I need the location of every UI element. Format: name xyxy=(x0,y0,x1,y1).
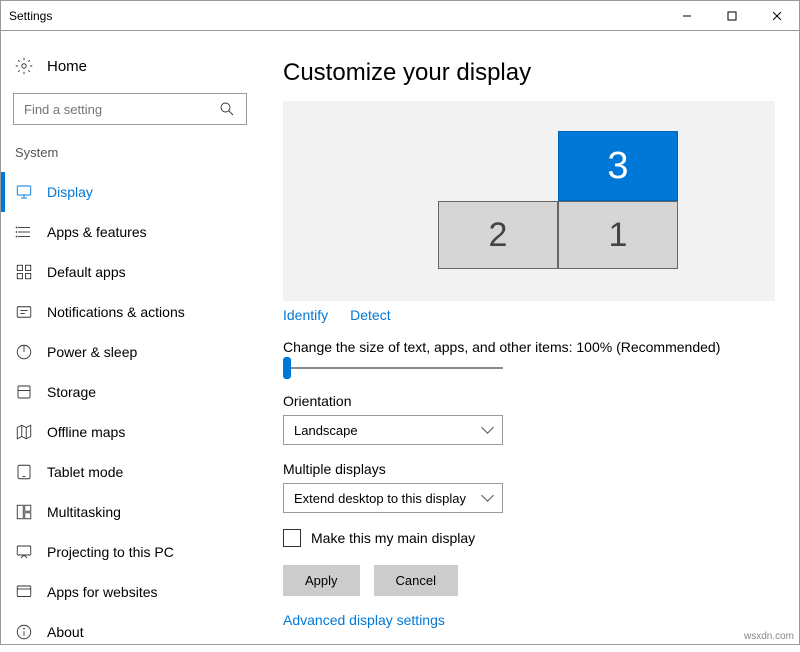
tablet-icon xyxy=(15,463,33,481)
maximize-button[interactable] xyxy=(709,1,754,30)
scale-label: Change the size of text, apps, and other… xyxy=(283,339,775,355)
sidebar-item-default-apps[interactable]: Default apps xyxy=(1,252,259,292)
sidebar-item-apps-web[interactable]: Apps for websites xyxy=(1,572,259,612)
notifications-icon xyxy=(15,303,33,321)
sidebar-item-maps[interactable]: Offline maps xyxy=(1,412,259,452)
slider-thumb[interactable] xyxy=(283,357,291,379)
sidebar-item-storage[interactable]: Storage xyxy=(1,372,259,412)
home-label: Home xyxy=(47,58,87,75)
main-display-checkbox-row[interactable]: Make this my main display xyxy=(283,529,775,547)
monitor-3[interactable]: 3 xyxy=(558,131,678,201)
sidebar-item-tablet[interactable]: Tablet mode xyxy=(1,452,259,492)
sidebar-item-label: Tablet mode xyxy=(47,464,123,480)
advanced-settings-link[interactable]: Advanced display settings xyxy=(283,612,445,628)
search-icon xyxy=(218,100,236,118)
projecting-icon xyxy=(15,543,33,561)
sidebar-item-label: Default apps xyxy=(47,264,126,280)
apps-icon xyxy=(15,223,33,241)
page-title: Customize your display xyxy=(283,59,775,87)
monitor-2[interactable]: 2 xyxy=(438,201,558,269)
sidebar-item-label: Apps & features xyxy=(47,224,147,240)
sidebar-item-apps[interactable]: Apps & features xyxy=(1,212,259,252)
maps-icon xyxy=(15,423,33,441)
search-box[interactable] xyxy=(13,93,247,125)
scale-slider[interactable] xyxy=(283,361,503,375)
home-link[interactable]: Home xyxy=(1,49,259,89)
close-button[interactable] xyxy=(754,1,799,30)
sidebar-item-label: Multitasking xyxy=(47,504,121,520)
identify-link[interactable]: Identify xyxy=(283,307,328,323)
window-controls xyxy=(664,1,799,30)
sidebar-item-label: About xyxy=(47,624,84,640)
display-arrangement[interactable]: 213 xyxy=(283,101,775,301)
apply-button[interactable]: Apply xyxy=(283,565,360,596)
main-display-label: Make this my main display xyxy=(311,530,475,546)
default-apps-icon xyxy=(15,263,33,281)
about-icon xyxy=(15,623,33,641)
power-icon xyxy=(15,343,33,361)
sidebar-item-label: Projecting to this PC xyxy=(47,544,174,560)
apps-web-icon xyxy=(15,583,33,601)
orientation-label: Orientation xyxy=(283,393,775,409)
multiple-displays-select[interactable]: Extend desktop to this display xyxy=(283,483,503,513)
sidebar-item-multitasking[interactable]: Multitasking xyxy=(1,492,259,532)
sidebar-item-projecting[interactable]: Projecting to this PC xyxy=(1,532,259,572)
detect-link[interactable]: Detect xyxy=(350,307,390,323)
sidebar-item-label: Power & sleep xyxy=(47,344,137,360)
sidebar-item-label: Display xyxy=(47,184,93,200)
sidebar-item-label: Notifications & actions xyxy=(47,304,185,320)
sidebar-item-about[interactable]: About xyxy=(1,612,259,652)
sidebar-item-label: Offline maps xyxy=(47,424,125,440)
sidebar-item-label: Storage xyxy=(47,384,96,400)
cancel-button[interactable]: Cancel xyxy=(374,565,458,596)
orientation-select[interactable]: Landscape xyxy=(283,415,503,445)
window-title: Settings xyxy=(9,9,52,23)
multiple-displays-label: Multiple displays xyxy=(283,461,775,477)
multitasking-icon xyxy=(15,503,33,521)
watermark: wsxdn.com xyxy=(744,631,794,642)
monitor-1[interactable]: 1 xyxy=(558,201,678,269)
sidebar-item-label: Apps for websites xyxy=(47,584,158,600)
gear-icon xyxy=(15,57,33,75)
display-icon xyxy=(15,183,33,201)
sidebar-item-power[interactable]: Power & sleep xyxy=(1,332,259,372)
sidebar-header: System xyxy=(1,139,259,172)
sidebar: Home System Display Apps & features Defaul… xyxy=(1,31,259,644)
content-area: Customize your display 213 Identify Dete… xyxy=(259,31,799,644)
search-input[interactable] xyxy=(24,102,218,117)
sidebar-item-notifications[interactable]: Notifications & actions xyxy=(1,292,259,332)
minimize-button[interactable] xyxy=(664,1,709,30)
title-bar: Settings xyxy=(0,0,800,30)
main-display-checkbox[interactable] xyxy=(283,529,301,547)
sidebar-item-display[interactable]: Display xyxy=(1,172,259,212)
storage-icon xyxy=(15,383,33,401)
